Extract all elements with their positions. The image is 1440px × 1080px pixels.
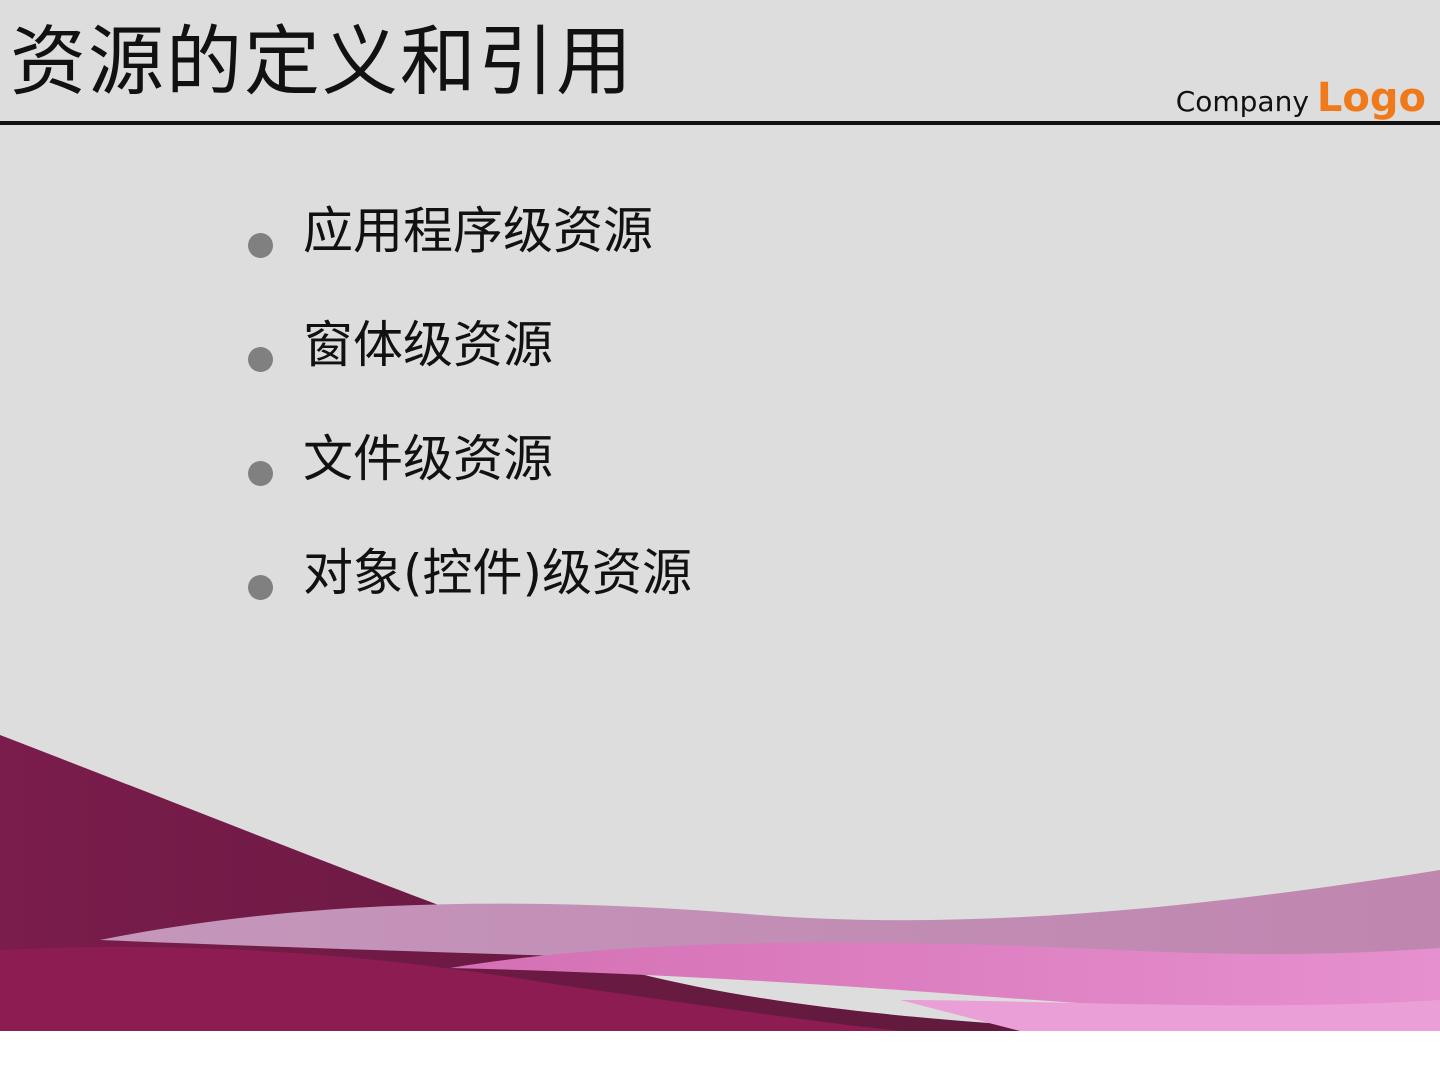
decorative-wave-graphic (0, 735, 1440, 1031)
company-logo: Company Logo (1176, 78, 1426, 118)
title-divider (0, 121, 1440, 125)
bullet-dot-icon (248, 233, 273, 258)
bullet-list: 应用程序级资源 窗体级资源 文件级资源 对象(控件)级资源 (248, 200, 692, 656)
bullet-item: 文件级资源 (248, 428, 692, 542)
logo-company-text: Company (1175, 85, 1309, 118)
bullet-text: 文件级资源 (303, 430, 553, 488)
bullet-dot-icon (248, 575, 273, 600)
bullet-dot-icon (248, 461, 273, 486)
bullet-text: 对象(控件)级资源 (303, 544, 693, 602)
bullet-item: 对象(控件)级资源 (248, 542, 692, 656)
slide: 资源的定义和引用 Company Logo 应用程序级资源 窗体级资源 文件级资… (0, 0, 1440, 1031)
bullet-text: 窗体级资源 (303, 316, 553, 374)
bullet-item: 窗体级资源 (248, 314, 692, 428)
bullet-item: 应用程序级资源 (248, 200, 692, 314)
logo-word-text: Logo (1316, 75, 1426, 121)
bullet-text: 应用程序级资源 (303, 202, 653, 260)
bullet-dot-icon (248, 347, 273, 372)
slide-title: 资源的定义和引用 (10, 17, 634, 106)
